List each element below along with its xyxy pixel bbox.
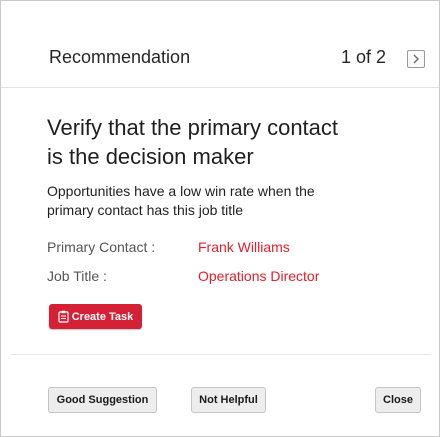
next-recommendation-button[interactable] — [407, 50, 425, 68]
primary-contact-value: Frank Williams — [198, 239, 290, 255]
headline-line-1: Verify that the primary contact — [47, 115, 339, 140]
card-header: Recommendation 1 of 2 — [1, 1, 439, 88]
clipboard-icon — [58, 310, 69, 323]
good-suggestion-button[interactable]: Good Suggestion — [48, 387, 157, 413]
recommendation-card: Recommendation 1 of 2 Verify that the pr… — [0, 0, 440, 437]
card-title: Recommendation — [49, 47, 191, 67]
description-line-1: Opportunities have a low win rate when t… — [47, 183, 315, 199]
job-title-label: Job Title : — [47, 268, 107, 284]
chevron-right-icon — [413, 54, 419, 64]
close-button[interactable]: Close — [375, 387, 421, 413]
job-title-value: Operations Director — [198, 268, 320, 284]
create-task-button[interactable]: Create Task — [49, 304, 142, 329]
create-task-label: Create Task — [71, 310, 134, 323]
primary-contact-label: Primary Contact : — [47, 239, 156, 255]
pager-indicator: 1 of 2 — [341, 47, 387, 67]
headline-line-2: is the decision maker — [47, 144, 254, 169]
description-line-2: primary contact has this job title — [47, 202, 244, 218]
not-helpful-button[interactable]: Not Helpful — [191, 387, 266, 413]
footer-divider — [11, 354, 431, 355]
recommendation-headline: Verify that the primary contact is the d… — [47, 113, 407, 171]
recommendation-description: Opportunities have a low win rate when t… — [47, 182, 377, 220]
